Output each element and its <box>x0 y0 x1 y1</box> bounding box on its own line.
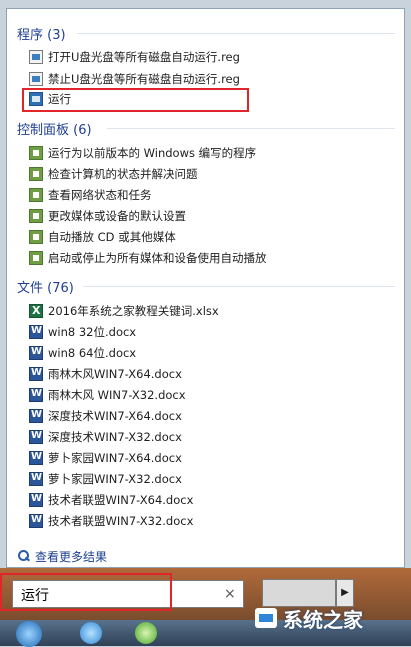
control-panel-item-label: 更改媒体或设备的默认设置 <box>48 209 186 223</box>
app-icon[interactable] <box>135 622 157 644</box>
control-panel-item[interactable]: 运行为以前版本的 Windows 编写的程序 <box>29 143 256 163</box>
program-item-disable-autorun[interactable]: 禁止U盘光盘等所有磁盘自动运行.reg <box>29 69 240 89</box>
reg-file-icon <box>29 50 43 64</box>
file-item-label: 技术者联盟WIN7-X64.docx <box>48 493 194 507</box>
excel-file-icon <box>29 304 43 318</box>
word-file-icon <box>29 430 43 444</box>
autoplay-icon <box>29 209 43 223</box>
file-item-label: 雨林木风WIN7-X64.docx <box>48 367 182 381</box>
file-item-label: 萝卜家园WIN7-X64.docx <box>48 451 182 465</box>
word-file-icon <box>29 388 43 402</box>
file-item-label: 深度技术WIN7-X32.docx <box>48 430 182 444</box>
file-item[interactable]: 雨林木风WIN7-X64.docx <box>29 364 182 384</box>
program-item-enable-autorun[interactable]: 打开U盘光盘等所有磁盘自动运行.reg <box>29 47 240 67</box>
section-programs-title: 程序 (3) <box>17 28 66 43</box>
file-item[interactable]: win8 32位.docx <box>29 322 136 342</box>
file-item[interactable]: 深度技术WIN7-X32.docx <box>29 427 182 447</box>
word-file-icon <box>29 472 43 486</box>
see-more-results-label: 查看更多结果 <box>35 549 108 564</box>
file-item[interactable]: 2016年系统之家教程关键词.xlsx <box>29 301 219 321</box>
file-item-label: win8 32位.docx <box>48 325 137 339</box>
file-item[interactable]: 技术者联盟WIN7-X64.docx <box>29 490 193 510</box>
section-control-panel-title: 控制面板 (6) <box>17 123 92 138</box>
file-item[interactable]: 雨林木风 WIN7-X32.docx <box>29 385 186 405</box>
control-panel-item[interactable]: 检查计算机的状态并解决问题 <box>29 164 198 184</box>
file-item-label: 技术者联盟WIN7-X32.docx <box>48 514 194 528</box>
autoplay-icon <box>29 251 43 265</box>
word-file-icon <box>29 409 43 423</box>
clear-search-icon[interactable]: × <box>224 586 236 602</box>
word-file-icon <box>29 493 43 507</box>
divider <box>83 286 395 287</box>
program-item-label: 打开U盘光盘等所有磁盘自动运行.reg <box>48 50 240 64</box>
file-item-label: 2016年系统之家教程关键词.xlsx <box>48 304 219 318</box>
control-panel-item[interactable]: 查看网络状态和任务 <box>29 185 152 205</box>
section-files-title: 文件 (76) <box>17 281 74 296</box>
file-item[interactable]: 萝卜家园WIN7-X64.docx <box>29 448 182 468</box>
word-file-icon <box>29 346 43 360</box>
word-file-icon <box>29 367 43 381</box>
control-panel-item-label: 启动或停止为所有媒体和设备使用自动播放 <box>48 251 267 265</box>
divider <box>107 128 395 129</box>
watermark-text: 系统之家 <box>283 607 363 632</box>
word-file-icon <box>29 451 43 465</box>
ie-icon[interactable] <box>80 622 102 644</box>
file-item[interactable]: 深度技术WIN7-X64.docx <box>29 406 182 426</box>
start-menu-results-panel: 程序 (3) 打开U盘光盘等所有磁盘自动运行.reg 禁止U盘光盘等所有磁盘自动… <box>6 8 405 568</box>
divider <box>77 33 395 34</box>
control-panel-item[interactable]: 启动或停止为所有媒体和设备使用自动播放 <box>29 248 267 268</box>
control-panel-item-label: 检查计算机的状态并解决问题 <box>48 167 198 181</box>
start-orb-icon[interactable] <box>16 621 42 647</box>
control-panel-item-label: 运行为以前版本的 Windows 编写的程序 <box>48 146 257 160</box>
control-panel-item[interactable]: 更改媒体或设备的默认设置 <box>29 206 186 226</box>
control-panel-icon <box>29 146 43 160</box>
program-item-label: 禁止U盘光盘等所有磁盘自动运行.reg <box>48 72 240 86</box>
file-item-label: 萝卜家园WIN7-X32.docx <box>48 472 182 486</box>
autoplay-icon <box>29 230 43 244</box>
file-item-label: win8 64位.docx <box>48 346 137 360</box>
highlight-box-search <box>0 573 172 611</box>
watermark: 系统之家 <box>255 604 363 632</box>
file-item[interactable]: win8 64位.docx <box>29 343 136 363</box>
file-item-label: 雨林木风 WIN7-X32.docx <box>48 388 186 402</box>
see-more-results-link[interactable]: 查看更多结果 <box>17 547 107 565</box>
control-panel-item-label: 查看网络状态和任务 <box>48 188 152 202</box>
word-file-icon <box>29 325 43 339</box>
control-panel-item-label: 自动播放 CD 或其他媒体 <box>48 230 176 244</box>
file-item[interactable]: 技术者联盟WIN7-X32.docx <box>29 511 193 531</box>
word-file-icon <box>29 514 43 528</box>
action-center-flag-icon <box>29 167 43 181</box>
network-icon <box>29 188 43 202</box>
file-item[interactable]: 萝卜家园WIN7-X32.docx <box>29 469 182 489</box>
highlight-box-run <box>22 88 249 112</box>
watermark-logo-icon <box>255 608 277 628</box>
search-icon <box>17 550 29 562</box>
control-panel-item[interactable]: 自动播放 CD 或其他媒体 <box>29 227 176 247</box>
file-item-label: 深度技术WIN7-X64.docx <box>48 409 182 423</box>
reg-file-icon <box>29 72 43 86</box>
